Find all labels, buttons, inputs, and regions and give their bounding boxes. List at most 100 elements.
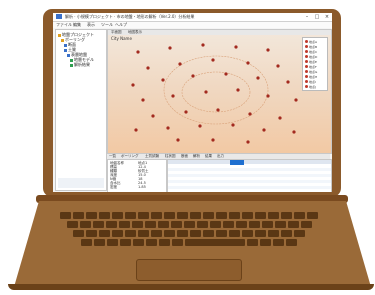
key[interactable] xyxy=(86,212,97,219)
site-marker[interactable] xyxy=(278,116,282,120)
key[interactable] xyxy=(255,230,266,237)
key[interactable] xyxy=(242,230,253,237)
key[interactable] xyxy=(268,212,279,219)
data-grid[interactable] xyxy=(167,159,332,192)
key[interactable] xyxy=(164,212,175,219)
key[interactable] xyxy=(209,221,221,228)
key[interactable] xyxy=(229,230,240,237)
key[interactable] xyxy=(190,212,201,219)
key[interactable] xyxy=(81,239,92,246)
key[interactable] xyxy=(125,212,136,219)
key[interactable] xyxy=(281,212,292,219)
site-marker[interactable] xyxy=(216,108,220,112)
site-marker[interactable] xyxy=(171,94,175,98)
map-view[interactable]: 平面図 地図表示 City Name 地点A 地点B 地点C 地点D 地点E 地… xyxy=(107,29,332,154)
menu-edit[interactable]: 編集 xyxy=(73,22,81,28)
site-marker[interactable] xyxy=(131,83,135,87)
site-marker[interactable] xyxy=(236,88,240,92)
trackpad[interactable] xyxy=(136,259,242,281)
site-marker[interactable] xyxy=(276,64,280,68)
key[interactable] xyxy=(107,239,118,246)
key[interactable] xyxy=(86,230,97,237)
site-marker[interactable] xyxy=(248,112,252,116)
close-button[interactable]: × xyxy=(322,13,332,21)
site-marker[interactable] xyxy=(246,61,250,65)
key[interactable] xyxy=(92,221,104,228)
site-marker[interactable] xyxy=(134,128,138,132)
key[interactable] xyxy=(131,221,143,228)
key[interactable] xyxy=(177,212,188,219)
key[interactable] xyxy=(248,221,260,228)
menu-view[interactable]: 表示 xyxy=(87,22,95,28)
key[interactable] xyxy=(260,239,271,246)
site-marker[interactable] xyxy=(136,50,140,54)
key[interactable] xyxy=(79,221,91,228)
key[interactable] xyxy=(307,212,318,219)
site-marker[interactable] xyxy=(211,58,215,62)
key[interactable] xyxy=(105,221,117,228)
site-marker[interactable] xyxy=(168,46,172,50)
site-marker[interactable] xyxy=(286,80,290,84)
menu-file[interactable]: ファイル xyxy=(56,22,72,28)
key[interactable] xyxy=(157,221,169,228)
key[interactable] xyxy=(294,230,305,237)
site-marker[interactable] xyxy=(141,98,145,102)
site-marker[interactable] xyxy=(211,138,215,142)
site-marker[interactable] xyxy=(198,124,202,128)
menu-tools[interactable]: ツール xyxy=(101,22,113,28)
site-marker[interactable] xyxy=(266,48,270,52)
key[interactable] xyxy=(151,230,162,237)
key[interactable] xyxy=(190,230,201,237)
key[interactable] xyxy=(177,230,188,237)
key[interactable] xyxy=(164,230,175,237)
key[interactable] xyxy=(242,212,253,219)
key[interactable] xyxy=(118,221,130,228)
site-marker[interactable] xyxy=(294,98,298,102)
site-marker[interactable] xyxy=(191,74,195,78)
site-marker[interactable] xyxy=(184,110,188,114)
key[interactable] xyxy=(172,239,183,246)
site-marker[interactable] xyxy=(151,114,155,118)
site-marker[interactable] xyxy=(266,94,270,98)
tree-item[interactable]: 解析結果 xyxy=(70,62,90,68)
key[interactable] xyxy=(229,212,240,219)
site-marker[interactable] xyxy=(146,66,150,70)
site-marker[interactable] xyxy=(204,90,208,94)
site-marker[interactable] xyxy=(178,62,182,66)
key[interactable] xyxy=(261,221,273,228)
key[interactable] xyxy=(66,221,78,228)
key[interactable] xyxy=(216,212,227,219)
key[interactable] xyxy=(144,221,156,228)
key[interactable] xyxy=(125,230,136,237)
key[interactable] xyxy=(247,239,258,246)
key[interactable] xyxy=(73,230,84,237)
key[interactable] xyxy=(73,212,84,219)
key[interactable] xyxy=(255,212,266,219)
site-marker[interactable] xyxy=(231,123,235,127)
key[interactable] xyxy=(281,230,292,237)
site-marker[interactable] xyxy=(176,138,180,142)
key[interactable] xyxy=(274,221,286,228)
key[interactable] xyxy=(138,230,149,237)
key[interactable] xyxy=(216,230,227,237)
key[interactable] xyxy=(99,230,110,237)
table-row[interactable] xyxy=(168,189,331,192)
key[interactable] xyxy=(133,239,144,246)
key[interactable] xyxy=(159,239,170,246)
key[interactable] xyxy=(120,239,131,246)
key[interactable] xyxy=(185,239,245,246)
site-marker[interactable] xyxy=(246,140,250,144)
key[interactable] xyxy=(222,221,234,228)
property-value[interactable]: 1.85 xyxy=(138,185,146,189)
maximize-button[interactable]: □ xyxy=(312,13,322,21)
site-marker[interactable] xyxy=(161,78,165,82)
key[interactable] xyxy=(203,212,214,219)
key[interactable] xyxy=(287,221,299,228)
key[interactable] xyxy=(99,212,110,219)
key[interactable] xyxy=(138,212,149,219)
key[interactable] xyxy=(294,212,305,219)
key[interactable] xyxy=(183,221,195,228)
key[interactable] xyxy=(235,221,247,228)
key[interactable] xyxy=(268,230,279,237)
key[interactable] xyxy=(146,239,157,246)
